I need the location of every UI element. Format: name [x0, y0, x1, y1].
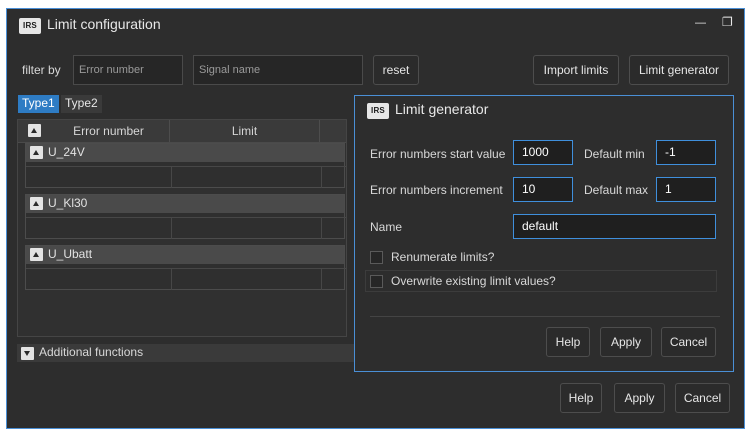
- import-limits-button[interactable]: Import limits: [533, 55, 619, 85]
- table-cell[interactable]: [26, 217, 172, 239]
- limit-generator-dialog: IRS Limit generator Error numbers start …: [354, 95, 734, 372]
- group-header[interactable]: U_24V: [26, 144, 344, 162]
- limits-table: Error number Limit U_24V U_Kl30 U_Ubatt: [17, 119, 347, 337]
- name-label: Name: [370, 220, 403, 234]
- table-cell[interactable]: [172, 268, 322, 290]
- dialog-logo-icon: IRS: [367, 103, 389, 119]
- signal-name-filter-input[interactable]: Signal name: [193, 55, 363, 85]
- dialog-help-button[interactable]: Help: [546, 327, 590, 357]
- dialog-cancel-button[interactable]: Cancel: [661, 327, 716, 357]
- start-value-input[interactable]: 1000: [513, 140, 573, 165]
- start-value-label: Error numbers start value: [370, 147, 506, 161]
- error-number-filter-input[interactable]: Error number: [73, 55, 183, 85]
- limit-group: U_24V: [25, 143, 346, 188]
- collapse-group-icon[interactable]: [30, 197, 43, 210]
- column-header-error-number[interactable]: Error number: [48, 120, 170, 142]
- renumerate-checkbox[interactable]: [370, 251, 383, 264]
- dialog-apply-button[interactable]: Apply: [600, 327, 652, 357]
- tab-type1[interactable]: Type1: [18, 95, 59, 113]
- name-input[interactable]: default: [513, 214, 716, 239]
- column-header-limit[interactable]: Limit: [170, 120, 320, 142]
- overwrite-label: Overwrite existing limit values?: [391, 274, 556, 288]
- group-name: U_Kl30: [48, 196, 88, 210]
- collapse-all-icon[interactable]: [28, 124, 41, 137]
- default-min-label: Default min: [584, 147, 645, 161]
- collapse-group-icon[interactable]: [30, 146, 43, 159]
- reset-button[interactable]: reset: [373, 55, 419, 85]
- limit-generator-button[interactable]: Limit generator: [629, 55, 729, 85]
- table-cell[interactable]: [322, 268, 346, 290]
- title-bar: IRS Limit configuration — ❐: [7, 9, 744, 39]
- collapse-group-icon[interactable]: [30, 248, 43, 261]
- additional-functions-label: Additional functions: [39, 345, 144, 359]
- default-max-label: Default max: [584, 183, 649, 197]
- dialog-title: Limit generator: [395, 101, 489, 117]
- default-min-input[interactable]: -1: [656, 140, 716, 165]
- expand-icon[interactable]: [21, 347, 34, 360]
- group-name: U_Ubatt: [48, 247, 93, 261]
- filter-by-label: filter by: [22, 63, 61, 77]
- limit-group: U_Kl30: [25, 194, 346, 239]
- increment-input[interactable]: 10: [513, 177, 573, 202]
- help-button[interactable]: Help: [560, 383, 602, 413]
- dialog-divider: [370, 316, 720, 317]
- default-max-input[interactable]: 1: [656, 177, 716, 202]
- table-cell[interactable]: [322, 166, 346, 188]
- group-name: U_24V: [48, 145, 85, 159]
- apply-button[interactable]: Apply: [614, 383, 665, 413]
- group-header[interactable]: U_Ubatt: [26, 246, 344, 264]
- increment-label: Error numbers increment: [370, 183, 503, 197]
- table-cell[interactable]: [172, 217, 322, 239]
- table-cell[interactable]: [26, 268, 172, 290]
- group-header[interactable]: U_Kl30: [26, 195, 344, 213]
- table-header: Error number Limit: [18, 120, 346, 143]
- table-cell[interactable]: [172, 166, 322, 188]
- table-cell[interactable]: [322, 217, 346, 239]
- table-cell[interactable]: [26, 166, 172, 188]
- maximize-icon[interactable]: ❐: [722, 15, 733, 29]
- additional-functions-expander[interactable]: Additional functions: [17, 344, 357, 362]
- overwrite-checkbox[interactable]: [370, 275, 383, 288]
- tab-type2[interactable]: Type2: [61, 95, 102, 113]
- renumerate-label: Renumerate limits?: [391, 250, 495, 264]
- limit-group: U_Ubatt: [25, 245, 346, 290]
- window-title: Limit configuration: [47, 16, 161, 32]
- app-logo-icon: IRS: [19, 18, 41, 34]
- minimize-icon[interactable]: —: [695, 17, 706, 29]
- cancel-button[interactable]: Cancel: [675, 383, 730, 413]
